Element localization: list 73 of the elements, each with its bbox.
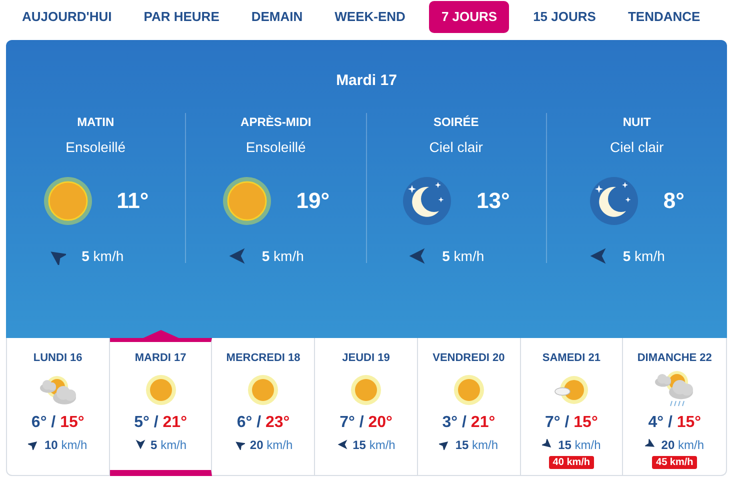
wind-arrow-icon: [588, 247, 607, 265]
nav-tab[interactable]: 15 JOURS: [525, 1, 604, 33]
wind-arrow-icon: [542, 439, 554, 450]
wind-arrow-icon: [336, 439, 348, 450]
period-temperature: 13°: [476, 187, 510, 215]
wind-speed: 15 km/h: [455, 436, 498, 454]
day-card[interactable]: MERCREDI 18 6° / 23° 20 km/h: [212, 338, 316, 476]
period-name: SOIRÉE: [433, 114, 479, 130]
day-label: JEUDI 19: [342, 351, 390, 366]
wind-arrow-icon: [234, 439, 245, 450]
day-label: MARDI 17: [134, 351, 186, 366]
day-card[interactable]: VENDREDI 20 3° / 21° 15 km/h: [418, 338, 521, 476]
nav-tab[interactable]: DEMAIN: [243, 1, 311, 33]
min-max-temperature: 4° / 15°: [648, 412, 702, 432]
period-temperature: 11°: [116, 187, 149, 215]
wind-arrow-icon: [408, 247, 426, 265]
gust-badge: 45 km/h: [652, 456, 698, 468]
wind-arrow-icon: [439, 439, 450, 450]
wind-speed: 20 km/h: [661, 436, 704, 454]
day-label: SAMEDI 21: [542, 351, 600, 366]
wind-speed: 5 km/h: [82, 246, 124, 266]
wind-speed: 5 km/h: [622, 246, 665, 266]
day-label: DIMANCHE 22: [637, 351, 712, 366]
nav-tab[interactable]: WEEK-END: [326, 1, 414, 33]
min-max-temperature: 7° / 15°: [544, 412, 598, 432]
day-card[interactable]: DIMANCHE 22 4° / 15° 20 km/h 45 km/h: [623, 338, 726, 476]
wind-arrow-icon: [28, 439, 40, 450]
period-temperature: 8°: [663, 187, 684, 215]
day-card[interactable]: JEUDI 19 7° / 20° 15 km/h: [315, 338, 418, 476]
day-card[interactable]: LUNDI 16 6° / 15° 10 km/h: [7, 338, 110, 476]
min-max-temperature: 3° / 21°: [442, 412, 496, 432]
sun-icon: [247, 374, 280, 406]
sun-with-cloud-icon: [553, 374, 590, 406]
selected-pointer-icon: [140, 330, 181, 339]
min-max-temperature: 7° / 20°: [340, 412, 392, 432]
nav-tab[interactable]: AUJOURD'HUI: [14, 1, 120, 33]
period-condition: Ensoleillé: [246, 138, 306, 156]
nav-tab[interactable]: PAR HEURE: [136, 1, 228, 33]
wind-speed: 20 km/h: [250, 436, 293, 454]
wind-arrow-icon: [134, 439, 146, 450]
day-label: MERCREDI 18: [226, 351, 300, 366]
nav-tab[interactable]: TENDANCE: [620, 1, 708, 33]
moon-icon: [402, 176, 452, 226]
moon-icon: [589, 176, 640, 226]
period-name: MATIN: [77, 114, 114, 130]
period-name: APRÈS-MIDI: [240, 114, 312, 130]
period-temperature: 19°: [296, 187, 330, 215]
wind-speed: 5 km/h: [150, 436, 187, 454]
period-name: NUIT: [622, 114, 651, 130]
min-max-temperature: 6° / 15°: [31, 412, 84, 432]
day-title: Mardi 17: [335, 71, 398, 91]
min-max-temperature: 6° / 23°: [236, 412, 290, 432]
period-condition: Ensoleillé: [66, 138, 126, 156]
wind-speed: 5 km/h: [442, 246, 484, 266]
day-card[interactable]: SAMEDI 21 7° / 15° 15 km/h 40 km/h: [520, 338, 624, 476]
period-condition: Ciel clair: [429, 138, 483, 156]
sun-icon: [222, 176, 272, 226]
day-label: VENDREDI 20: [432, 351, 505, 366]
wind-arrow-icon: [228, 247, 246, 265]
wind-speed: 5 km/h: [262, 246, 304, 266]
min-max-temperature: 5° / 21°: [134, 412, 187, 432]
sun-icon: [144, 374, 177, 406]
wind-speed: 10 km/h: [44, 436, 88, 454]
wind-arrow-icon: [645, 439, 656, 450]
nav-tab[interactable]: 7 JOURS: [429, 1, 510, 33]
sun-icon: [42, 176, 93, 226]
period-condition: Ciel clair: [610, 138, 664, 156]
day-label: LUNDI 16: [33, 351, 82, 366]
wind-speed: 15 km/h: [558, 436, 601, 454]
gust-badge: 40 km/h: [548, 456, 594, 468]
wind-speed: 15 km/h: [352, 436, 396, 454]
sun-icon: [452, 374, 485, 406]
sun-icon: [350, 374, 382, 406]
